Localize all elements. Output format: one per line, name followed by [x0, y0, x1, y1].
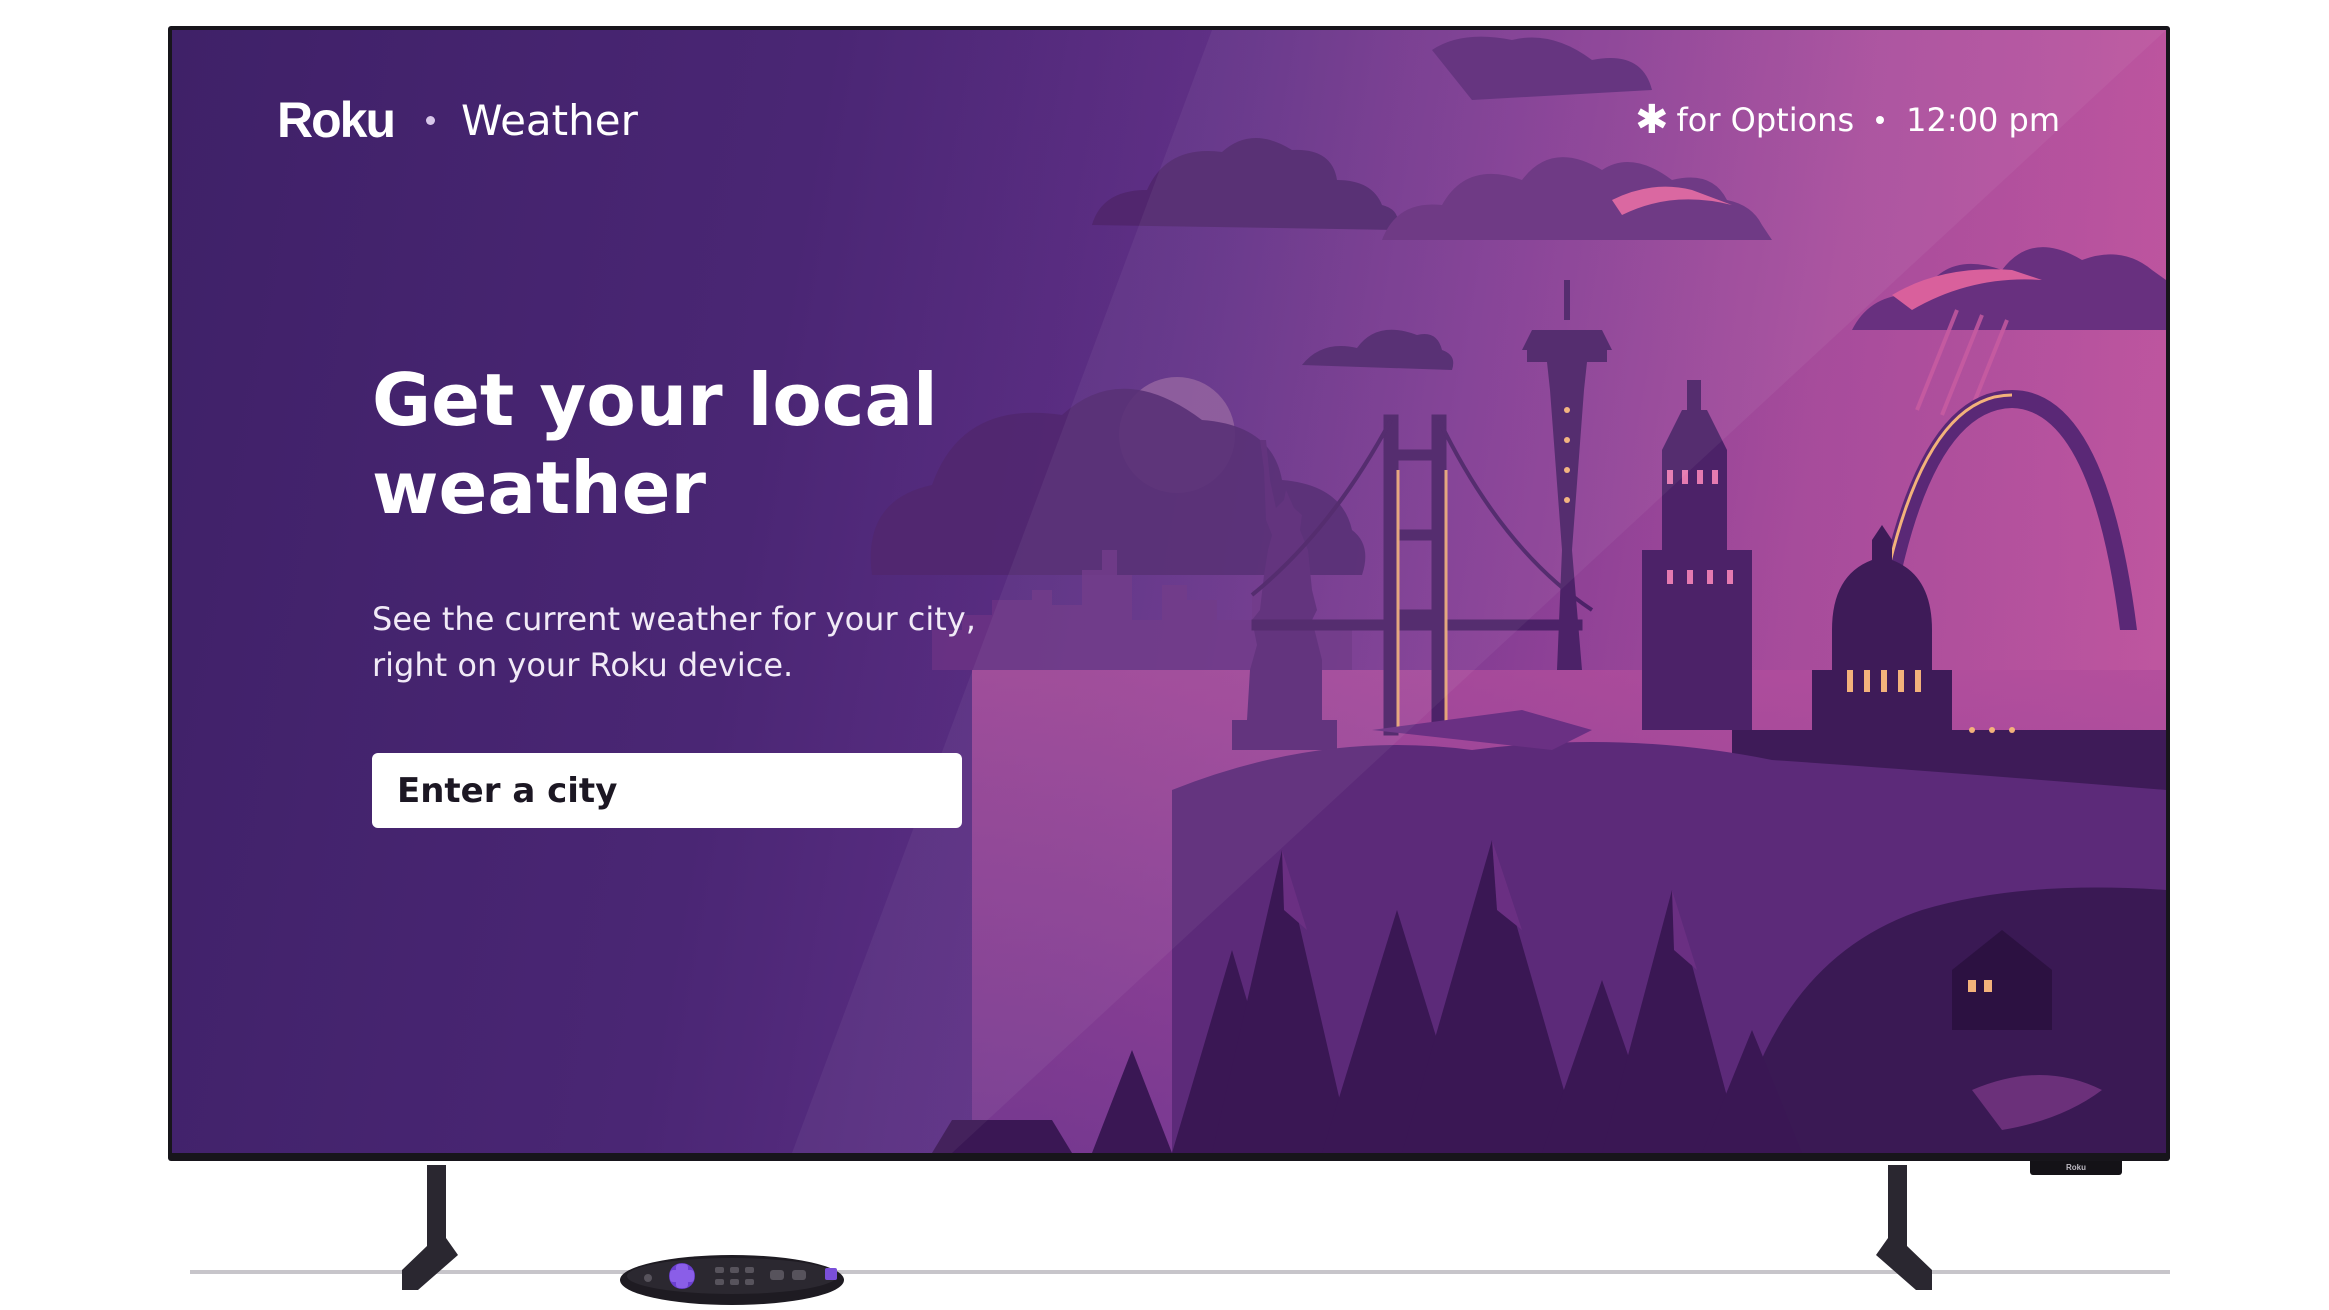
tv-stand [190, 1165, 2170, 1290]
roku-remote [620, 1255, 844, 1305]
product-scene: Roku Weather ✱ for Options 12:00 pm Get … [0, 0, 2329, 1310]
